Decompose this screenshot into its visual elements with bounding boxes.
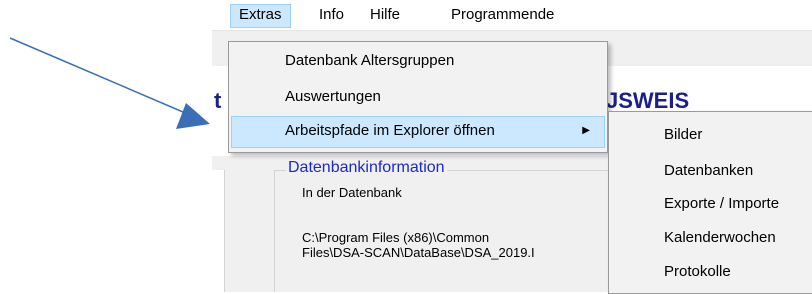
menuitem-arbeitspfade-label: Arbeitspfade im Explorer öffnen [285,122,495,139]
left-pane [212,170,225,292]
menu-info[interactable]: Info [311,4,352,26]
submenu-item-datenbanken[interactable]: Datenbanken [664,159,753,183]
info-line: In der Datenbank [302,185,402,200]
arbeitspfade-submenu: Bilder Datenbanken Exporte / Importe Kal… [608,111,812,294]
menu-bar: Extras Info Hilfe Programmende [212,0,812,31]
menu-extras[interactable]: Extras [230,4,291,28]
menuitem-auswertungen[interactable]: Auswertungen [231,82,605,112]
menuitem-arbeitspfade[interactable]: Arbeitspfade im Explorer öffnen ▶ [231,116,605,148]
title-fragment-left: t [214,88,222,113]
submenu-item-bilder[interactable]: Bilder [664,123,702,147]
submenu-arrow-icon: ▶ [582,125,590,136]
submenu-item-kalenderwochen[interactable]: Kalenderwochen [664,226,776,250]
info-path-line1: C:\Program Files (x86)\Common [302,230,490,245]
extras-dropdown: Datenbank Altersgruppen Auswertungen Arb… [228,41,608,153]
annotation-arrow [9,37,210,129]
menu-programmende[interactable]: Programmende [443,4,562,26]
submenu-item-protokolle[interactable]: Protokolle [664,260,731,284]
menu-hilfe[interactable]: Hilfe [362,4,408,26]
info-path-line2: Files\DSA-SCAN\DataBase\DSA_2019.I [302,245,535,260]
info-heading: Datenbankinformation [286,159,447,177]
submenu-item-exporte-importe[interactable]: Exporte / Importe [664,192,779,216]
menuitem-datenbank-altersgruppen[interactable]: Datenbank Altersgruppen [231,46,605,76]
